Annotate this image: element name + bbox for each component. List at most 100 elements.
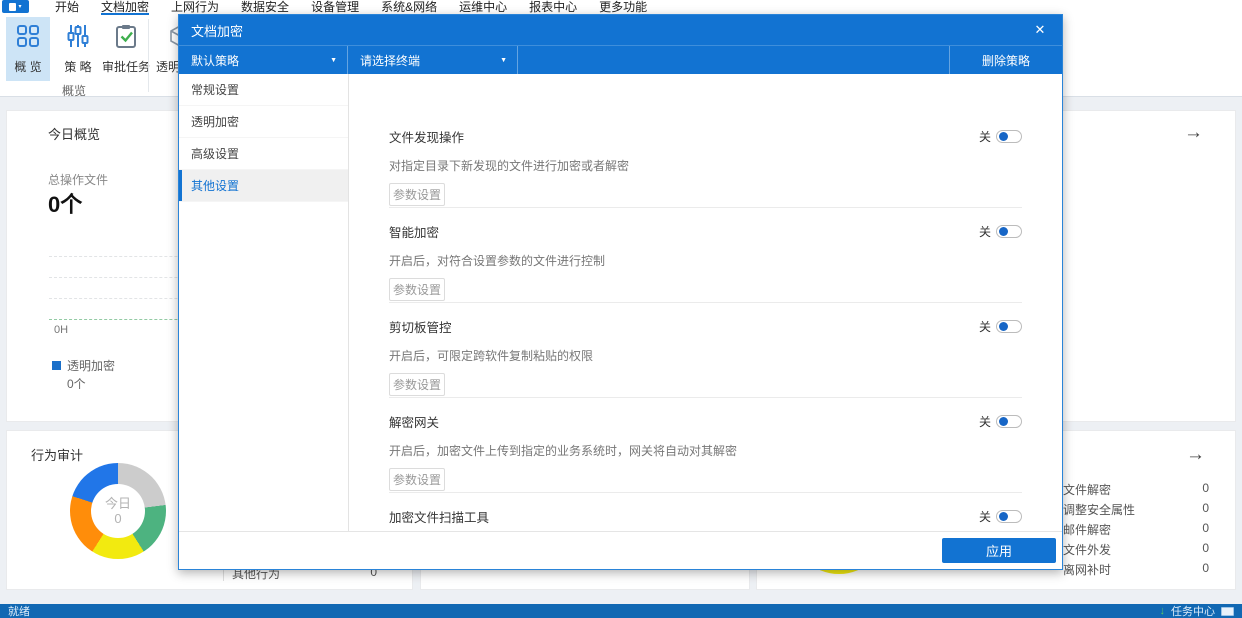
statusbar: 就绪 ↓ 任务中心 [0, 604, 1242, 618]
toggle-state-label: 关 [979, 508, 991, 525]
stat-value: 0 [1202, 501, 1209, 521]
setting-row-smart-encrypt: 智能加密 关 开启后，对符合设置参数的文件进行控制 参数设置 [389, 208, 1022, 303]
ribbon-overview-button[interactable]: 概 览 [6, 17, 50, 81]
setting-title: 解密网关 [389, 412, 439, 431]
task-window-icon[interactable] [1221, 607, 1234, 616]
nav-item-other[interactable]: 其他设置 [179, 170, 348, 202]
setting-title: 文件发现操作 [389, 127, 464, 146]
behavior-donut-center-value: 0 [114, 511, 121, 526]
dialog-nav: 常规设置 透明加密 高级设置 其他设置 [179, 74, 349, 531]
stat-label: 离网补时 [1063, 561, 1111, 581]
setting-row-file-discovery: 文件发现操作 关 对指定目录下新发现的文件进行加密或者解密 参数设置 [389, 113, 1022, 208]
setting-row-decrypt-gateway: 解密网关 关 开启后，加密文件上传到指定的业务系统时，网关将自动对其解密 参数设… [389, 398, 1022, 493]
encrypt-card-arrow-icon[interactable]: → [1186, 445, 1205, 464]
menu-item-report-center[interactable]: 报表中心 [529, 0, 577, 15]
stat-value: 0 [1202, 541, 1209, 561]
nav-item-advanced[interactable]: 高级设置 [179, 138, 348, 170]
menu-item-more[interactable]: 更多功能 [599, 0, 647, 15]
param-settings-button[interactable]: 参数设置 [389, 183, 445, 206]
chevron-down-icon: ▼ [500, 57, 507, 64]
chart-legend-value: 0个 [67, 375, 86, 392]
setting-desc: 开启后，加密文件上传到指定的业务系统时，网关将自动对其解密 [389, 442, 1022, 459]
chart-legend-label: 透明加密 [67, 357, 115, 374]
toggle-state-label: 关 [979, 128, 991, 145]
application-window: ▾ 开始 文档加密 上网行为 数据安全 设备管理 系统&网络 运维中心 报表中心… [0, 0, 1242, 618]
setting-desc: 对指定目录下新发现的文件进行加密或者解密 [389, 157, 1022, 174]
toggle-switch[interactable] [996, 130, 1022, 143]
toggle-state-label: 关 [979, 318, 991, 335]
dialog-title: 文档加密 [179, 21, 243, 40]
list-item: 文件解密 0 [1063, 481, 1209, 501]
chart-x-tick: 0H [54, 324, 68, 336]
setting-title: 智能加密 [389, 222, 439, 241]
stat-value: 0 [1202, 561, 1209, 581]
doc-encryption-dialog: 文档加密 ✕ 默认策略 ▼ 请选择终端 ▼ 删除策略 常规设置 透明加密 高级设… [178, 14, 1063, 570]
param-settings-button[interactable]: 参数设置 [389, 373, 445, 396]
stat-label: 调整安全属性 [1063, 501, 1135, 521]
param-settings-button[interactable]: 参数设置 [389, 468, 445, 491]
today-overview-title: 今日概览 [48, 124, 100, 143]
clipboard-check-icon [114, 24, 138, 53]
policy-select-value: 默认策略 [191, 52, 239, 69]
ribbon-overview-label: 概 览 [14, 58, 41, 75]
app-menu-button[interactable]: ▾ [2, 0, 29, 13]
stat-value: 0 [1202, 521, 1209, 541]
param-settings-button[interactable]: 参数设置 [389, 278, 445, 301]
toggle-switch[interactable] [996, 415, 1022, 428]
close-icon[interactable]: ✕ [1028, 15, 1052, 45]
setting-title: 加密文件扫描工具 [389, 507, 489, 526]
menu-items: 开始 文档加密 上网行为 数据安全 设备管理 系统&网络 运维中心 报表中心 更… [0, 0, 647, 15]
policy-select[interactable]: 默认策略 ▼ [179, 46, 348, 75]
menu-item-system-network[interactable]: 系统&网络 [381, 0, 437, 15]
list-item: 邮件解密 0 [1063, 521, 1209, 541]
dialog-filterbar: 默认策略 ▼ 请选择终端 ▼ 删除策略 [179, 45, 1062, 74]
list-item: 离网补时 0 [1063, 561, 1209, 581]
menubar: ▾ 开始 文档加密 上网行为 数据安全 设备管理 系统&网络 运维中心 报表中心… [0, 0, 1242, 15]
ribbon-policy-label: 策 略 [64, 58, 91, 75]
task-center-button[interactable]: 任务中心 [1171, 603, 1215, 618]
toggle-knob [999, 322, 1008, 331]
menu-item-data-security[interactable]: 数据安全 [241, 0, 289, 15]
dialog-footer: 应用 [179, 531, 1062, 569]
total-files-label: 总操作文件 [48, 171, 108, 188]
grid-icon [16, 24, 40, 53]
apply-button[interactable]: 应用 [942, 538, 1056, 563]
chevron-down-icon: ▾ [18, 4, 21, 10]
stat-value: 0 [1202, 481, 1209, 501]
toggle-state-label: 关 [979, 223, 991, 240]
menu-item-device-mgmt[interactable]: 设备管理 [311, 0, 359, 15]
menu-item-doc-encryption[interactable]: 文档加密 [101, 0, 149, 15]
setting-row-clipboard: 剪切板管控 关 开启后，可限定跨软件复制粘贴的权限 参数设置 [389, 303, 1022, 398]
setting-title: 剪切板管控 [389, 317, 452, 336]
download-arrow-icon: ↓ [1160, 605, 1166, 617]
setting-desc: 开启后，可限定跨软件复制粘贴的权限 [389, 347, 1022, 364]
behavior-donut-center-label: 今日 [105, 496, 131, 511]
nav-item-general[interactable]: 常规设置 [179, 74, 348, 106]
today-overview-arrow-icon[interactable]: → [1184, 123, 1203, 142]
toggle-knob [999, 227, 1008, 236]
terminal-select[interactable]: 请选择终端 ▼ [348, 46, 518, 75]
ribbon-policy-button[interactable]: 策 略 [56, 17, 100, 81]
setting-desc: 开启后，对符合设置参数的文件进行控制 [389, 252, 1022, 269]
delete-policy-button[interactable]: 删除策略 [949, 46, 1062, 75]
toggle-switch[interactable] [996, 225, 1022, 238]
toggle-state-label: 关 [979, 413, 991, 430]
sliders-icon [66, 24, 90, 53]
legend-square-icon [52, 361, 61, 370]
nav-item-transparent[interactable]: 透明加密 [179, 106, 348, 138]
file-icon [9, 3, 16, 11]
menu-item-ops-center[interactable]: 运维中心 [459, 0, 507, 15]
stat-label: 文件解密 [1063, 481, 1111, 501]
menu-item-web-behavior[interactable]: 上网行为 [171, 0, 219, 15]
toggle-knob [999, 512, 1008, 521]
menu-item-start[interactable]: 开始 [55, 0, 79, 15]
stat-label: 文件外发 [1063, 541, 1111, 561]
toggle-knob [999, 132, 1008, 141]
toggle-switch[interactable] [996, 510, 1022, 523]
toggle-knob [999, 417, 1008, 426]
behavior-donut-center: 今日 0 [91, 484, 145, 538]
total-files-value: 0个 [48, 187, 82, 219]
ribbon-approval-button[interactable]: 审批任务 [100, 17, 152, 81]
toggle-switch[interactable] [996, 320, 1022, 333]
chevron-down-icon: ▼ [330, 57, 337, 64]
